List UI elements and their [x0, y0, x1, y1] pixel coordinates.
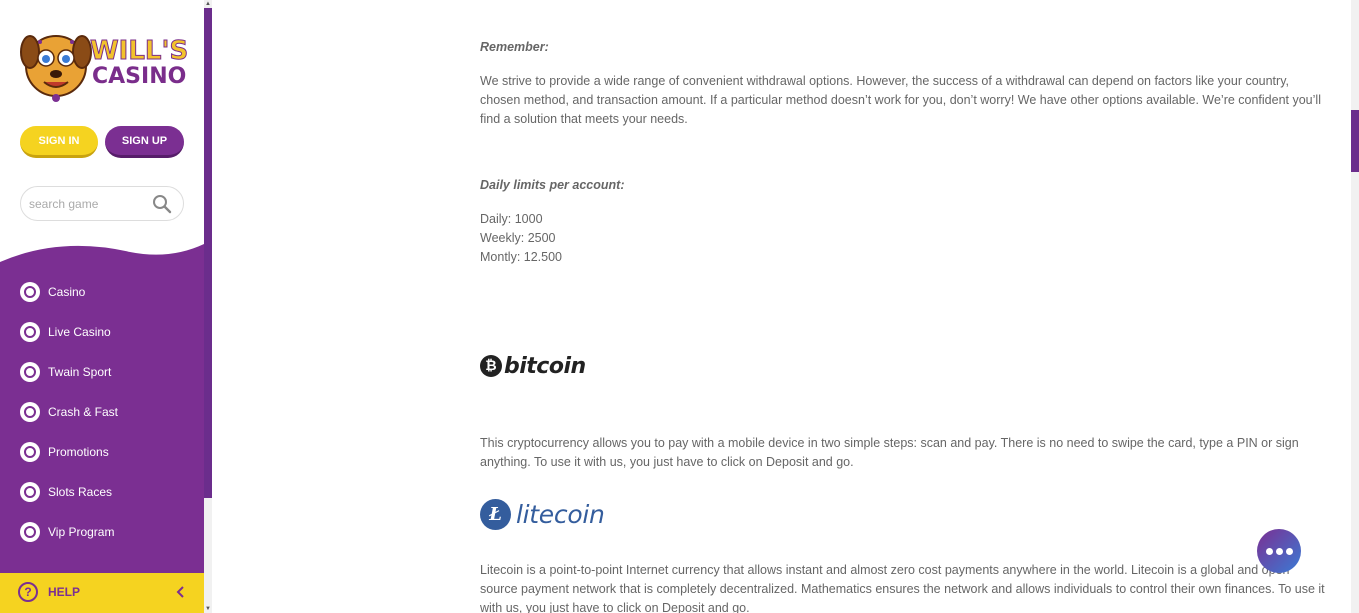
question-icon: ? — [18, 582, 38, 602]
menu-list: Casino Live Casino Twain Sport Crash & F… — [0, 272, 204, 552]
litecoin-logo: Ł litecoin — [480, 498, 605, 530]
limit-daily: Daily: 1000 — [480, 212, 543, 226]
chat-dot-icon — [1275, 547, 1283, 555]
scroll-up-arrow-icon[interactable]: ▲ — [204, 0, 212, 8]
wills-casino-logo[interactable]: WILL'S CASINO — [20, 22, 189, 104]
scroll-down-arrow-icon[interactable]: ▼ — [204, 605, 212, 613]
menu-item-label: Vip Program — [48, 525, 115, 539]
menu-item-twain-sport[interactable]: Twain Sport — [0, 352, 204, 392]
litecoin-icon: Ł — [480, 498, 511, 530]
menu-item-slots-races[interactable]: Slots Races — [0, 472, 204, 512]
sidebar-scrollbar[interactable]: ▲ ▼ — [204, 0, 212, 613]
chat-dot-icon — [1285, 547, 1293, 555]
trophy-icon — [20, 482, 40, 502]
sign-up-button[interactable]: SIGN UP — [105, 126, 184, 158]
search-box — [20, 186, 184, 221]
menu-item-casino[interactable]: Casino — [0, 272, 204, 312]
menu-item-label: Casino — [48, 285, 86, 299]
chevron-left-icon[interactable] — [174, 585, 188, 599]
page-scroll-thumb[interactable] — [1351, 110, 1359, 172]
sign-in-button[interactable]: SIGN IN — [20, 126, 98, 158]
litecoin-text: Litecoin is a point-to-point Internet cu… — [480, 563, 1325, 613]
menu-item-label: Slots Races — [48, 485, 113, 499]
crown-icon — [20, 522, 40, 542]
chat-button[interactable] — [1257, 529, 1301, 573]
casino-chip-icon — [20, 282, 40, 302]
rocket-icon — [20, 402, 40, 422]
bitcoin-icon: ₿ — [480, 355, 502, 377]
help-bar[interactable]: ? HELP — [0, 573, 204, 613]
menu-item-vip-program[interactable]: Vip Program — [0, 512, 204, 552]
menu-item-label: Twain Sport — [48, 365, 112, 379]
main-menu: Casino Live Casino Twain Sport Crash & F… — [0, 240, 204, 573]
roulette-icon — [20, 322, 40, 342]
bitcoin-logo: ₿ bitcoin — [480, 352, 586, 380]
bitcoin-text: This cryptocurrency allows you to pay wi… — [480, 436, 1299, 469]
menu-item-label: Crash & Fast — [48, 405, 119, 419]
limit-weekly: Weekly: 2500 — [480, 231, 556, 245]
remember-heading: Remember: — [480, 40, 549, 54]
menu-item-live-casino[interactable]: Live Casino — [0, 312, 204, 352]
dog-mascot-icon — [20, 35, 92, 102]
logo-text-wills: WILL'S — [89, 36, 189, 67]
remember-text: We strive to provide a wide range of con… — [480, 74, 1321, 126]
page-scrollbar[interactable] — [1351, 0, 1359, 613]
menu-item-label: Live Casino — [48, 325, 111, 339]
limits-heading: Daily limits per account: — [480, 178, 625, 192]
sidebar-scroll-thumb[interactable] — [204, 8, 212, 498]
menu-item-label: Promotions — [48, 445, 109, 459]
ball-icon — [20, 362, 40, 382]
litecoin-wordmark: litecoin — [516, 499, 605, 529]
limit-monthly: Montly: 12.500 — [480, 250, 562, 264]
gift-icon — [20, 442, 40, 462]
bitcoin-wordmark: bitcoin — [504, 353, 586, 379]
help-label: HELP — [48, 585, 81, 599]
sidebar: WILL'S CASINO SIGN IN SIGN UP Casino Liv… — [0, 0, 204, 613]
search-icon[interactable] — [151, 193, 173, 215]
search-input[interactable] — [29, 195, 147, 213]
logo-text-casino: CASINO — [92, 64, 187, 89]
menu-item-promotions[interactable]: Promotions — [0, 432, 204, 472]
chat-dot-icon — [1265, 547, 1273, 555]
menu-item-crash-fast[interactable]: Crash & Fast — [0, 392, 204, 432]
